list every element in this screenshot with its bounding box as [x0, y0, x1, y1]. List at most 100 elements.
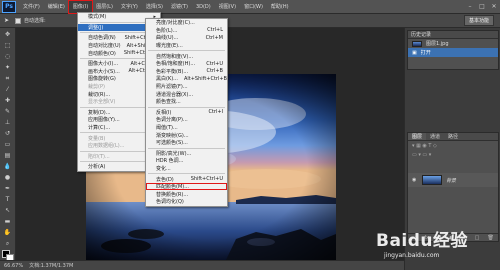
menu-item[interactable]: 文件(F) [19, 1, 44, 13]
menu-option[interactable]: 可选颜色(S)... [146, 139, 227, 147]
magic-wand-icon[interactable]: ✦ [2, 63, 14, 72]
menu-option-label: 阈值(T)... [156, 125, 178, 132]
visibility-eye-icon[interactable]: ◉ [412, 177, 418, 183]
menu-option-label: 自动颜色(O) [88, 50, 116, 57]
menu-option-label: 复制(D)... [88, 109, 111, 116]
menu-option[interactable]: 颜色查找... [146, 98, 227, 106]
menu-option-label: 黑白(K)... [156, 76, 178, 83]
window-controls: – □ ✕ [464, 3, 500, 10]
zoom-level[interactable]: 66.67% [4, 263, 23, 269]
tab-channels[interactable]: 通道 [426, 133, 444, 140]
options-bar: ➤ 自动选择: 基本功能 [0, 14, 500, 28]
history-brush-icon[interactable]: ↺ [2, 129, 14, 138]
menu-item[interactable]: 文字(Y) [117, 1, 142, 13]
menu-option[interactable]: 替换颜色(R)... [146, 190, 227, 198]
brush-icon[interactable]: ✎ [2, 107, 14, 116]
clone-stamp-icon[interactable]: ⊥ [2, 118, 14, 127]
menu-option-label: 阴影/高光(W)... [156, 150, 192, 157]
close-icon[interactable]: ✕ [488, 3, 500, 10]
menu-option[interactable]: 色阶(L)... Ctrl+L [146, 27, 227, 35]
menu-option[interactable]: 色彩平衡(B)... Ctrl+B [146, 68, 227, 76]
shortcut-label: Ctrl+U [206, 60, 223, 67]
crop-icon[interactable]: ⌗ [2, 74, 14, 83]
menu-item[interactable]: 3D(D) [192, 1, 215, 13]
shape-icon[interactable]: ▬ [2, 217, 14, 226]
menu-item[interactable]: 编辑(E) [44, 1, 69, 13]
menu-option-label: 模式(M) [88, 14, 107, 21]
menu-item[interactable]: 图像(I) [67, 0, 94, 14]
watermark-brand: Baidu经验 [376, 226, 496, 251]
menu-option[interactable]: 渐变映射(G)... [146, 131, 227, 139]
menu-option[interactable]: 去色(D) Shift+Ctrl+U [146, 175, 227, 183]
pen-icon[interactable]: ✒ [2, 184, 14, 193]
dodge-icon[interactable]: ● [2, 173, 14, 182]
menu-option-label: 裁剪(P) [88, 84, 105, 91]
menu-option[interactable]: 色调分离(P)... [146, 116, 227, 124]
menu-option-label: 图像旋转(G) [88, 76, 116, 83]
healing-brush-icon[interactable]: ✚ [2, 96, 14, 105]
menu-option[interactable]: 亮度/对比度(C)... [146, 19, 227, 27]
move-tool-icon[interactable]: ➤ [4, 17, 9, 24]
menu-option-label: 色阶(L)... [156, 27, 178, 34]
move-icon[interactable]: ✥ [2, 30, 14, 39]
tab-paths[interactable]: 路径 [444, 133, 462, 140]
menu-item[interactable]: 窗口(W) [240, 1, 267, 13]
tab-layers[interactable]: 图层 [408, 133, 427, 140]
menu-option-label: 曝光度(E)... [156, 43, 183, 50]
menu-option-label: 通道混合器(X)... [156, 91, 194, 98]
menu-option[interactable]: 阴影/高光(W)... [146, 150, 227, 158]
eyedropper-icon[interactable]: ⁄ [2, 85, 14, 94]
marquee-icon[interactable]: ⬚ [2, 41, 14, 50]
menu-option[interactable]: 曲线(U)... Ctrl+M [146, 34, 227, 42]
hand-icon[interactable]: ✋ [2, 228, 14, 237]
menu-option[interactable]: 阈值(T)... [146, 124, 227, 132]
history-step-icon: ▣ [412, 49, 417, 56]
menu-option[interactable]: 变化... [146, 165, 227, 173]
menu-item[interactable]: 视图(V) [215, 1, 240, 13]
gradient-icon[interactable]: ▤ [2, 151, 14, 160]
shortcut-label: Ctrl+B [206, 68, 223, 75]
auto-select-checkbox[interactable] [15, 17, 22, 24]
menu-option-label: 色彩平衡(B)... [156, 68, 189, 75]
photoshop-logo-icon: Ps [2, 0, 16, 13]
menu-item[interactable]: 滤镜(T) [167, 1, 192, 13]
maximize-icon[interactable]: □ [476, 3, 488, 10]
menu-separator [148, 50, 225, 52]
menu-item[interactable]: 图层(L) [92, 1, 117, 13]
menu-option-label: 应用图像(Y)... [88, 117, 120, 124]
lasso-icon[interactable]: ◌ [2, 52, 14, 61]
menu-option[interactable]: HDR 色调... [146, 157, 227, 165]
history-row-label: 打开 [420, 50, 431, 56]
menu-item[interactable]: 选择(S) [142, 1, 167, 13]
menu-option[interactable]: 色调均化(Q) [146, 198, 227, 206]
zoom-icon[interactable]: ⌕ [2, 239, 14, 248]
path-select-icon[interactable]: ↖ [2, 206, 14, 215]
history-panel: 历史记录 图层1.jpg ▣ 打开 [407, 30, 499, 70]
history-step[interactable]: ▣ 打开 [408, 48, 498, 57]
history-snapshot[interactable]: 图层1.jpg [408, 39, 498, 48]
auto-select-label: 自动选择: [24, 18, 46, 24]
workspace-select[interactable]: 基本功能 [463, 15, 494, 26]
blur-icon[interactable]: 💧 [2, 162, 14, 171]
menu-option[interactable]: 自然饱和度(V)... [146, 52, 227, 60]
minimize-icon[interactable]: – [464, 3, 476, 10]
menu-option[interactable]: 匹配颜色(M)... [146, 182, 227, 191]
menu-option[interactable]: 照片滤镜(F)... [146, 83, 227, 91]
menu-option[interactable]: 色相/饱和度(H)... Ctrl+U [146, 60, 227, 68]
type-icon[interactable]: T [2, 195, 14, 204]
menu-option-label: 自然饱和度(V)... [156, 53, 194, 60]
eraser-icon[interactable]: ▭ [2, 140, 14, 149]
menu-item[interactable]: 帮助(H) [267, 1, 293, 13]
menu-option[interactable]: 黑白(K)... Alt+Shift+Ctrl+B [146, 75, 227, 83]
menu-option[interactable]: 通道混合器(X)... [146, 90, 227, 98]
menu-option-label: 应用数据组(L)... [88, 143, 125, 150]
menu-option[interactable]: 曝光度(E)... [146, 42, 227, 50]
menu-option[interactable]: 反相(I) Ctrl+I [146, 109, 227, 117]
menu-option-label: 色调均化(Q) [156, 199, 184, 206]
layer-background[interactable]: ◉ 背景 [408, 173, 498, 187]
menu-separator [148, 106, 225, 108]
adjustments-submenu: 亮度/对比度(C)... 色阶(L)... Ctrl+L 曲线(U)... Ctrl+M… [145, 18, 228, 207]
layer-options-row[interactable]: ▭ ▾ ▭ ▾ [408, 150, 498, 159]
layer-filter-row[interactable]: ▾ ▦ ◉ T ◇ [408, 141, 498, 150]
menu-option-label: 裁切(R)... [88, 91, 111, 98]
